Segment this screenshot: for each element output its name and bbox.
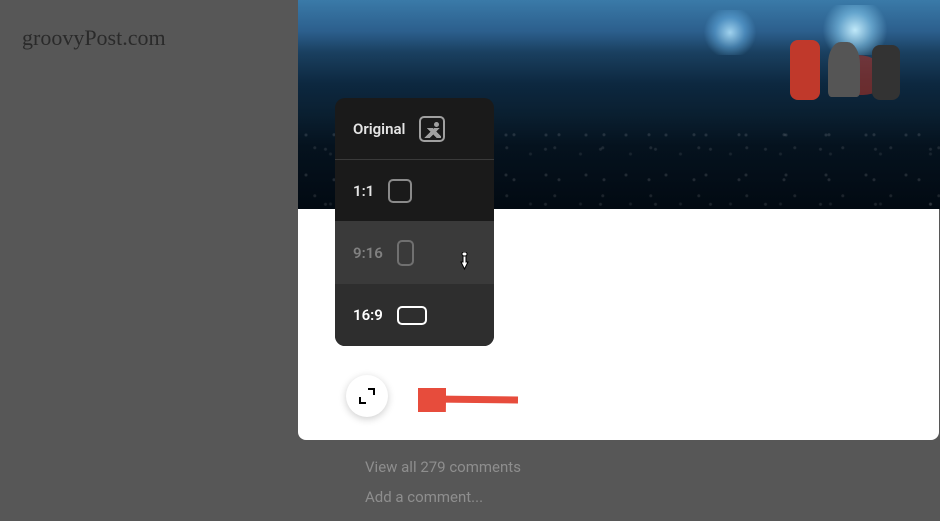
aspect-label: Original — [353, 120, 405, 138]
aspect-option-original[interactable]: Original — [335, 98, 494, 160]
add-comment-input[interactable]: Add a comment... — [365, 488, 483, 506]
aspect-ratio-menu: Original 1:1 9:16 16:9 — [335, 98, 494, 346]
aspect-label: 9:16 — [353, 244, 383, 262]
expand-icon — [359, 388, 375, 404]
image-icon — [419, 116, 445, 142]
band-figure — [790, 40, 820, 100]
watermark-text: groovyPost.com — [22, 25, 166, 51]
aspect-option-16-9[interactable]: 16:9 — [335, 284, 494, 346]
aspect-label: 1:1 — [353, 182, 374, 200]
crop-expand-button[interactable] — [346, 375, 388, 417]
landscape-icon — [397, 306, 427, 325]
aspect-label: 16:9 — [353, 306, 383, 324]
aspect-option-1-1[interactable]: 1:1 — [335, 160, 494, 222]
view-all-comments-link[interactable]: View all 279 comments — [365, 458, 521, 476]
pointer-cursor-icon — [457, 252, 473, 272]
portrait-icon — [397, 240, 414, 266]
square-icon — [388, 179, 412, 203]
annotation-arrow — [418, 388, 523, 416]
band-figure — [828, 42, 860, 97]
band-figure — [872, 45, 900, 100]
